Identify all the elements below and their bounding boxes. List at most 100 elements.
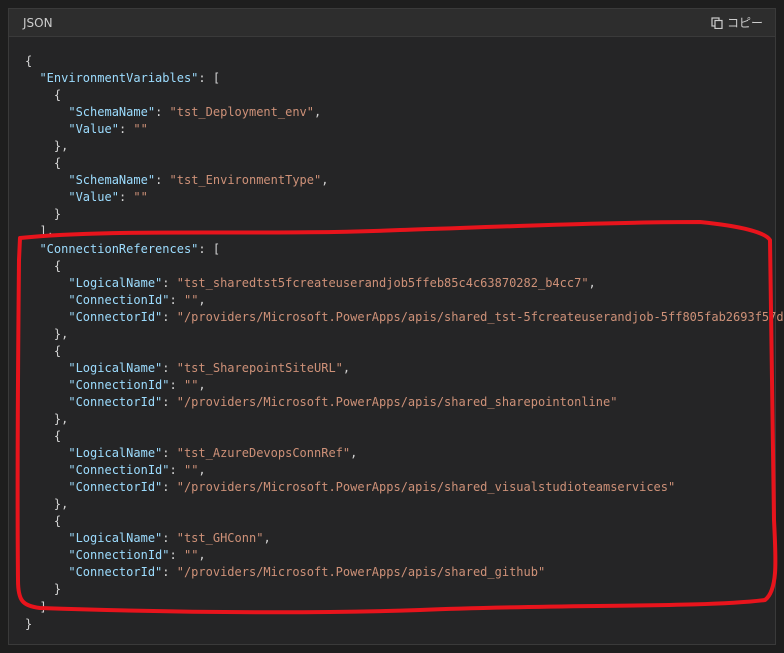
- json-punctuation: [25, 463, 68, 477]
- code-line: ]: [25, 599, 767, 616]
- code-line: {: [25, 343, 767, 360]
- code-line: {: [25, 513, 767, 530]
- code-line: }: [25, 206, 767, 223]
- code-line: "ConnectorId": "/providers/Microsoft.Pow…: [25, 564, 767, 581]
- json-string: "/providers/Microsoft.PowerApps/apis/sha…: [176, 309, 784, 324]
- json-punctuation: ,: [321, 173, 329, 188]
- json-punctuation: [25, 548, 68, 562]
- code-line: },: [25, 411, 767, 428]
- json-punctuation: ,: [198, 377, 206, 392]
- json-string: "/providers/Microsoft.PowerApps/apis/sha…: [176, 565, 546, 580]
- json-code: { "EnvironmentVariables": [ { "SchemaNam…: [25, 53, 784, 633]
- json-punctuation: [25, 276, 68, 290]
- json-punctuation: :: [169, 292, 184, 307]
- json-punctuation: {: [25, 429, 62, 444]
- json-key: "ConnectorId": [68, 480, 163, 495]
- json-punctuation: [25, 293, 68, 307]
- code-line: "Value": "": [25, 189, 767, 206]
- json-string: "tst_EnvironmentType": [169, 173, 322, 188]
- json-punctuation: :: [162, 275, 177, 290]
- code-line: "EnvironmentVariables": [: [25, 70, 767, 87]
- json-key: "LogicalName": [68, 446, 163, 461]
- json-punctuation: :: [162, 394, 177, 409]
- json-key: "ConnectorId": [68, 394, 163, 409]
- json-punctuation: [25, 310, 68, 324]
- code-line: {: [25, 258, 767, 275]
- code-line: "ConnectionReferences": [: [25, 241, 767, 258]
- json-string: "/providers/Microsoft.PowerApps/apis/sha…: [176, 480, 676, 495]
- json-punctuation: :: [169, 548, 184, 563]
- json-punctuation: ,: [350, 446, 358, 461]
- json-punctuation: :: [118, 122, 134, 137]
- json-key: "LogicalName": [68, 360, 163, 375]
- code-line: },: [25, 496, 767, 513]
- json-punctuation: [25, 361, 68, 375]
- copy-icon: [711, 16, 723, 29]
- json-string: "": [183, 463, 199, 478]
- copy-label: コピー: [726, 16, 763, 30]
- json-punctuation: },: [25, 411, 69, 426]
- json-punctuation: {: [25, 514, 62, 529]
- json-key: "ConnectorId": [68, 309, 163, 324]
- json-punctuation: }: [25, 582, 62, 597]
- json-string: "": [133, 122, 148, 137]
- json-punctuation: [25, 190, 68, 204]
- json-key: "EnvironmentVariables": [39, 71, 199, 86]
- code-line: },: [25, 138, 767, 155]
- json-string: "": [183, 548, 199, 563]
- json-string: "tst_GHConn": [176, 531, 264, 546]
- json-punctuation: :: [169, 463, 184, 478]
- code-line: "ConnectionId": "",: [25, 292, 767, 309]
- json-punctuation: [25, 122, 68, 136]
- json-punctuation: [25, 480, 68, 494]
- code-line: "ConnectionId": "",: [25, 547, 767, 564]
- json-string: "/providers/Microsoft.PowerApps/apis/sha…: [176, 394, 618, 409]
- json-punctuation: : [: [198, 241, 221, 256]
- json-punctuation: ],: [25, 224, 54, 239]
- json-key: "ConnectionId": [68, 548, 170, 563]
- json-punctuation: {: [25, 258, 62, 273]
- json-punctuation: ,: [342, 360, 351, 375]
- json-punctuation: ]: [25, 599, 47, 614]
- json-key: "LogicalName": [68, 275, 163, 290]
- json-key: "Value": [68, 190, 119, 205]
- json-punctuation: :: [162, 480, 177, 495]
- json-punctuation: :: [162, 446, 177, 461]
- json-punctuation: [25, 242, 39, 256]
- json-string: "tst_Deployment_env": [169, 105, 315, 120]
- json-punctuation: [25, 446, 68, 460]
- json-string: "": [183, 377, 199, 392]
- json-punctuation: ,: [198, 292, 206, 307]
- json-key: "SchemaName": [68, 173, 156, 188]
- json-string: "": [183, 292, 199, 307]
- json-key: "SchemaName": [68, 105, 156, 120]
- json-punctuation: ,: [198, 463, 206, 478]
- code-line: "ConnectorId": "/providers/Microsoft.Pow…: [25, 394, 767, 411]
- json-punctuation: :: [169, 377, 184, 392]
- json-punctuation: {: [25, 54, 33, 68]
- code-line: },: [25, 326, 767, 343]
- code-line: {: [25, 87, 767, 104]
- json-punctuation: ,: [198, 548, 206, 563]
- code-line: "SchemaName": "tst_EnvironmentType",: [25, 172, 767, 189]
- code-line: "LogicalName": "tst_GHConn",: [25, 530, 767, 547]
- code-line: "ConnectionId": "",: [25, 462, 767, 479]
- json-punctuation: [25, 395, 68, 409]
- code-line: "LogicalName": "tst_SharepointSiteURL",: [25, 360, 767, 377]
- json-punctuation: ,: [588, 275, 596, 290]
- json-punctuation: {: [25, 343, 62, 358]
- json-punctuation: :: [118, 190, 134, 205]
- json-punctuation: [25, 565, 68, 579]
- code-line: {: [25, 53, 767, 70]
- code-line: {: [25, 155, 767, 172]
- json-punctuation: :: [155, 105, 170, 120]
- json-punctuation: [25, 531, 68, 545]
- code-line: ],: [25, 223, 767, 240]
- json-punctuation: :: [162, 360, 177, 375]
- json-punctuation: [25, 105, 68, 119]
- copy-button[interactable]: コピー: [711, 14, 763, 31]
- json-string: "": [133, 190, 148, 205]
- json-key: "ConnectorId": [68, 565, 163, 580]
- json-punctuation: {: [25, 88, 62, 103]
- json-key: "Value": [68, 122, 119, 137]
